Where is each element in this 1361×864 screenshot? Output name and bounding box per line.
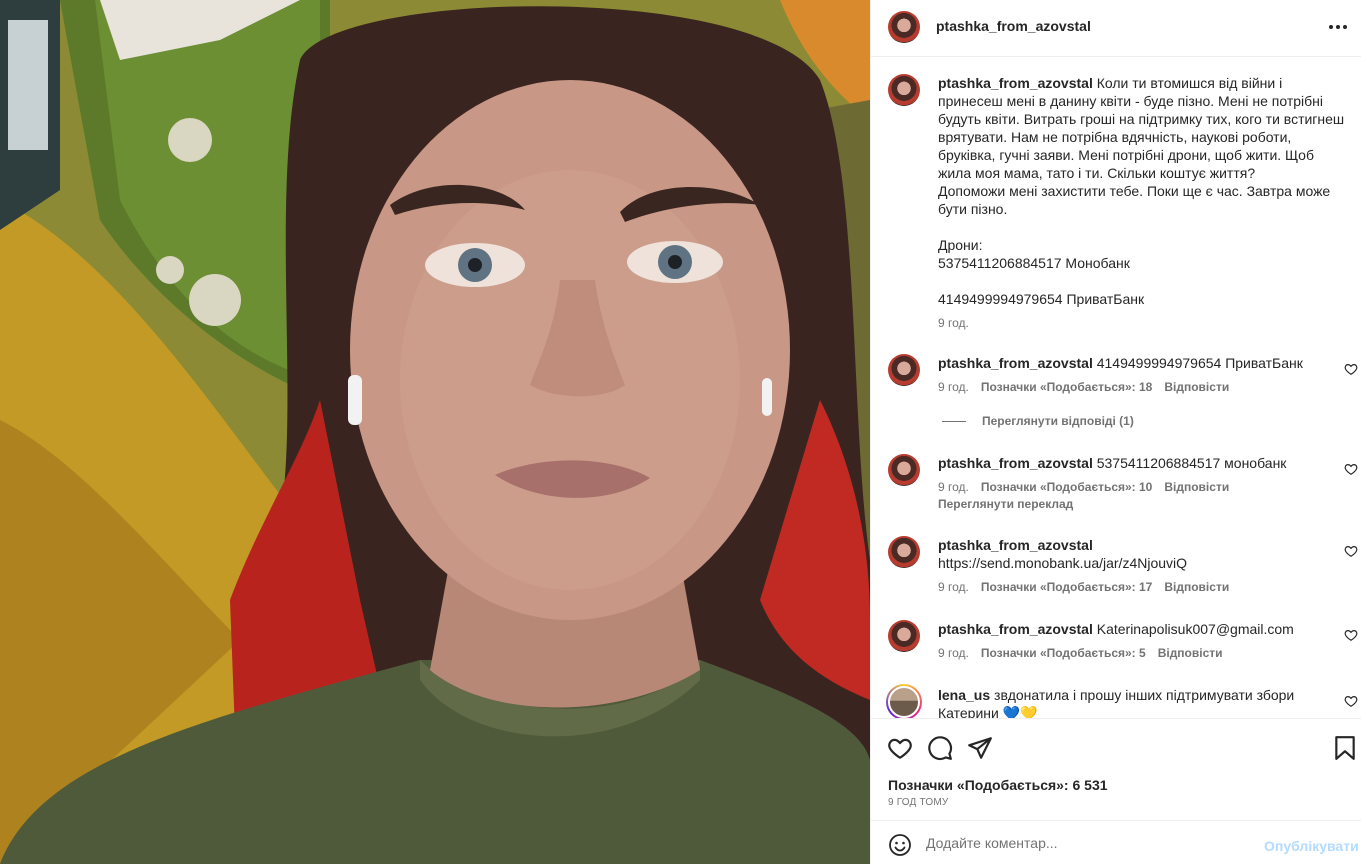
translate-button[interactable]: Переглянути переклад bbox=[938, 497, 1073, 511]
post-header: ptashka_from_azovstal bbox=[871, 0, 1361, 57]
comment-likes[interactable]: Позначки «Подобається»: 17 bbox=[981, 580, 1152, 594]
comment-username[interactable]: ptashka_from_azovstal bbox=[938, 536, 1346, 554]
more-options-button[interactable] bbox=[1325, 16, 1351, 38]
caption-time[interactable]: 9 год. bbox=[938, 316, 969, 330]
heart-icon[interactable] bbox=[1344, 462, 1358, 476]
comment-composer: Опублікувати bbox=[871, 820, 1361, 864]
post-photo[interactable] bbox=[0, 0, 870, 864]
comment-icon[interactable] bbox=[927, 735, 953, 761]
comment-text: ptashka_from_azovstal https://send.monob… bbox=[938, 536, 1346, 572]
heart-icon[interactable] bbox=[1344, 362, 1358, 376]
post-photo-image bbox=[0, 0, 870, 864]
caption-body: Коли ти втомишся від війни і принесеш ме… bbox=[938, 75, 1345, 307]
avatar[interactable] bbox=[888, 536, 920, 568]
comment-text: ptashka_from_azovstal 5375411206884517 м… bbox=[938, 454, 1346, 472]
comment-body: звдонатила і прошу інших підтримувати зб… bbox=[938, 687, 1295, 718]
avatar[interactable] bbox=[886, 684, 922, 718]
avatar[interactable] bbox=[888, 354, 920, 386]
divider bbox=[942, 420, 966, 422]
more-icon bbox=[1329, 25, 1333, 29]
likes-count[interactable]: Позначки «Подобається»: 6 531 bbox=[888, 777, 1108, 793]
avatar[interactable] bbox=[888, 11, 920, 43]
comment-time[interactable]: 9 год. bbox=[938, 580, 969, 594]
post-username[interactable]: ptashka_from_azovstal bbox=[936, 18, 1091, 34]
comments-list[interactable]: ptashka_from_azovstal Коли ти втомишся в… bbox=[871, 58, 1361, 718]
comment-username[interactable]: lena_us bbox=[938, 687, 990, 703]
post-time[interactable]: 9 ГОД ТОМУ bbox=[888, 797, 948, 808]
heart-icon[interactable] bbox=[1344, 628, 1358, 642]
comment-body: 4149499994979654 ПриватБанк bbox=[1096, 355, 1303, 371]
post-side-panel: ptashka_from_azovstal ptashka_from_azovs… bbox=[870, 0, 1361, 864]
comment-text: lena_us звдонатила і прошу інших підтрим… bbox=[938, 686, 1346, 718]
comment-time[interactable]: 9 год. bbox=[938, 480, 969, 494]
comment-body: Katerinapolisuk007@gmail.com bbox=[1096, 621, 1294, 637]
reply-button[interactable]: Відповісти bbox=[1164, 480, 1229, 494]
heart-icon[interactable] bbox=[887, 735, 913, 761]
comment-username[interactable]: ptashka_from_azovstal bbox=[938, 621, 1093, 637]
avatar[interactable] bbox=[888, 620, 920, 652]
heart-icon[interactable] bbox=[1344, 544, 1358, 558]
comment-username[interactable]: ptashka_from_azovstal bbox=[938, 455, 1093, 471]
comment-body[interactable]: https://send.monobank.ua/jar/z4NjouviQ bbox=[938, 554, 1346, 572]
emoji-icon[interactable] bbox=[888, 833, 912, 857]
share-icon[interactable] bbox=[967, 735, 993, 761]
caption-text: ptashka_from_azovstal Коли ти втомишся в… bbox=[938, 74, 1346, 308]
bookmark-icon[interactable] bbox=[1332, 735, 1358, 761]
comment-time[interactable]: 9 год. bbox=[938, 646, 969, 660]
comment-input[interactable] bbox=[926, 829, 1246, 857]
caption-username[interactable]: ptashka_from_azovstal bbox=[938, 75, 1093, 91]
view-replies-button[interactable]: Переглянути відповіді (1) bbox=[942, 414, 1134, 428]
avatar[interactable] bbox=[888, 454, 920, 486]
comment-likes[interactable]: Позначки «Подобається»: 10 bbox=[981, 480, 1152, 494]
comment-likes[interactable]: Позначки «Подобається»: 5 bbox=[981, 646, 1146, 660]
post-actions: Позначки «Подобається»: 6 531 9 ГОД ТОМУ bbox=[871, 718, 1361, 818]
publish-button[interactable]: Опублікувати bbox=[1264, 838, 1359, 854]
comment-time[interactable]: 9 год. bbox=[938, 380, 969, 394]
reply-button[interactable]: Відповісти bbox=[1158, 646, 1223, 660]
comment-text: ptashka_from_azovstal Katerinapolisuk007… bbox=[938, 620, 1346, 638]
comment-username[interactable]: ptashka_from_azovstal bbox=[938, 355, 1093, 371]
heart-icon[interactable] bbox=[1344, 694, 1358, 708]
comment-text: ptashka_from_azovstal 4149499994979654 П… bbox=[938, 354, 1346, 372]
comment-body: 5375411206884517 монобанк bbox=[1096, 455, 1287, 471]
avatar[interactable] bbox=[888, 74, 920, 106]
reply-button[interactable]: Відповісти bbox=[1164, 580, 1229, 594]
comment-likes[interactable]: Позначки «Подобається»: 18 bbox=[981, 380, 1152, 394]
reply-button[interactable]: Відповісти bbox=[1164, 380, 1229, 394]
